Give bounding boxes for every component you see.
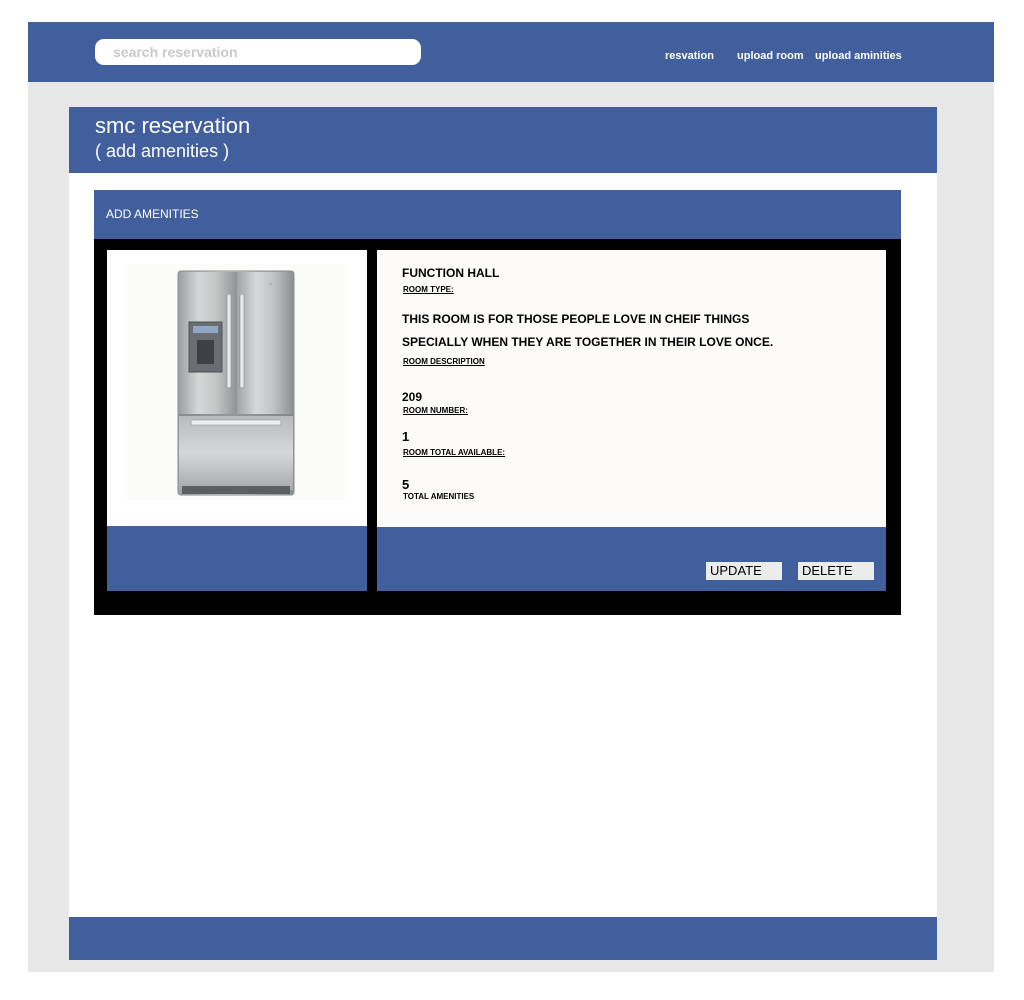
nav-link-upload-room[interactable]: upload room — [737, 50, 804, 62]
room-description-line-2: SPECIALLY WHEN THEY ARE TOGETHER IN THEI… — [402, 335, 774, 349]
room-total-available-value: 1 — [402, 429, 410, 444]
image-card-footer — [107, 526, 367, 591]
page-subtitle: ( add amenities ) — [95, 141, 230, 161]
room-description-line-1: THIS ROOM IS FOR THOSE PEOPLE LOVE IN CH… — [402, 312, 750, 326]
amenity-image-frame: ~ — [127, 264, 345, 500]
page-title: smc reservation — [95, 113, 251, 138]
room-number-value: 209 — [402, 390, 423, 404]
room-description-label: ROOM DESCRIPTION — [403, 357, 485, 366]
room-total-available-label: ROOM TOTAL AVAILABLE: — [403, 448, 506, 457]
details-card-footer — [377, 527, 886, 591]
refrigerator-image: ~ — [177, 270, 295, 496]
svg-text:~: ~ — [269, 282, 272, 288]
nav-link-reservation[interactable]: resvation — [665, 50, 714, 62]
total-amenities-value: 5 — [402, 477, 410, 492]
nav-link-upload-amenities[interactable]: upload aminities — [815, 50, 902, 62]
room-type-label: ROOM TYPE: — [403, 285, 454, 294]
total-amenities-label: TOTAL AMENITIES — [403, 492, 475, 501]
panel-header — [94, 190, 901, 239]
room-number-label: ROOM NUMBER: — [403, 406, 468, 415]
update-button[interactable]: UPDATE — [706, 562, 782, 580]
delete-button[interactable]: DELETE — [798, 562, 874, 580]
room-type-value: FUNCTION HALL — [402, 266, 500, 280]
search-input[interactable] — [95, 39, 421, 65]
page-footer — [69, 917, 937, 960]
panel-title: ADD AMENITIES — [106, 207, 199, 221]
